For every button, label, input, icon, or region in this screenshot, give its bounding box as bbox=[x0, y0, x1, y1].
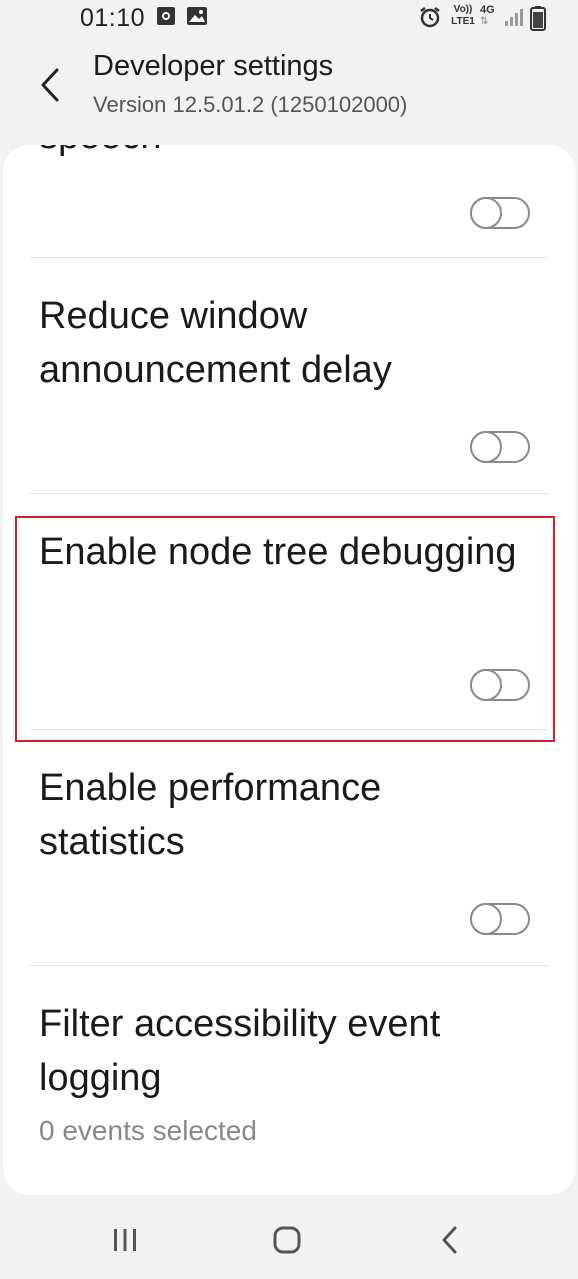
lte-label: LTE1 bbox=[451, 16, 475, 27]
volte-label: Vo)) bbox=[453, 4, 473, 15]
signal-icon bbox=[505, 9, 523, 26]
item-subtitle: 0 events selected bbox=[39, 1115, 257, 1146]
toggle-knob bbox=[470, 903, 502, 935]
divider bbox=[30, 965, 548, 966]
toggle-knob bbox=[470, 431, 502, 463]
home-button[interactable] bbox=[262, 1218, 312, 1262]
network-label: 4G bbox=[480, 4, 495, 16]
page-subtitle: Version 12.5.01.2 (1250102000) bbox=[93, 92, 408, 117]
toggle-partial-item[interactable] bbox=[470, 197, 530, 229]
image-icon-2 bbox=[187, 7, 207, 25]
alarm-icon bbox=[420, 7, 440, 28]
navigation-bar bbox=[0, 1200, 578, 1279]
recents-button[interactable] bbox=[100, 1218, 150, 1262]
toggle-enable-performance-statistics[interactable] bbox=[470, 903, 530, 935]
data-arrows-icon: ⇅ bbox=[480, 16, 489, 27]
status-time: 01:10 bbox=[80, 4, 146, 32]
recents-icon bbox=[114, 1229, 136, 1251]
toggle-knob bbox=[470, 197, 502, 229]
image-icon-1 bbox=[157, 7, 175, 25]
item-title: Enable performance statistics bbox=[39, 767, 382, 863]
divider bbox=[30, 493, 548, 494]
back-icon bbox=[442, 1226, 457, 1254]
back-button[interactable] bbox=[30, 60, 70, 110]
divider bbox=[30, 257, 548, 258]
battery-icon bbox=[530, 6, 546, 31]
toggle-reduce-window-announcement-delay[interactable] bbox=[470, 431, 530, 463]
partial-item-title: speech bbox=[39, 145, 162, 158]
home-icon bbox=[273, 1226, 301, 1254]
status-bar: 01:10 Vo)) LTE1 4G ⇅ bbox=[0, 0, 578, 36]
nav-back-button[interactable] bbox=[425, 1218, 475, 1262]
app-header: Developer settings Version 12.5.01.2 (12… bbox=[0, 40, 578, 140]
item-title: Filter accessibility event logging bbox=[39, 1003, 441, 1099]
item-title: Reduce window announcement delay bbox=[39, 295, 392, 391]
chevron-left-icon bbox=[41, 68, 59, 102]
volte-indicator: Vo)) LTE1 bbox=[450, 4, 476, 32]
page-title: Developer settings bbox=[93, 50, 334, 82]
network-indicator: 4G ⇅ bbox=[480, 4, 498, 32]
highlight-box bbox=[15, 516, 555, 742]
